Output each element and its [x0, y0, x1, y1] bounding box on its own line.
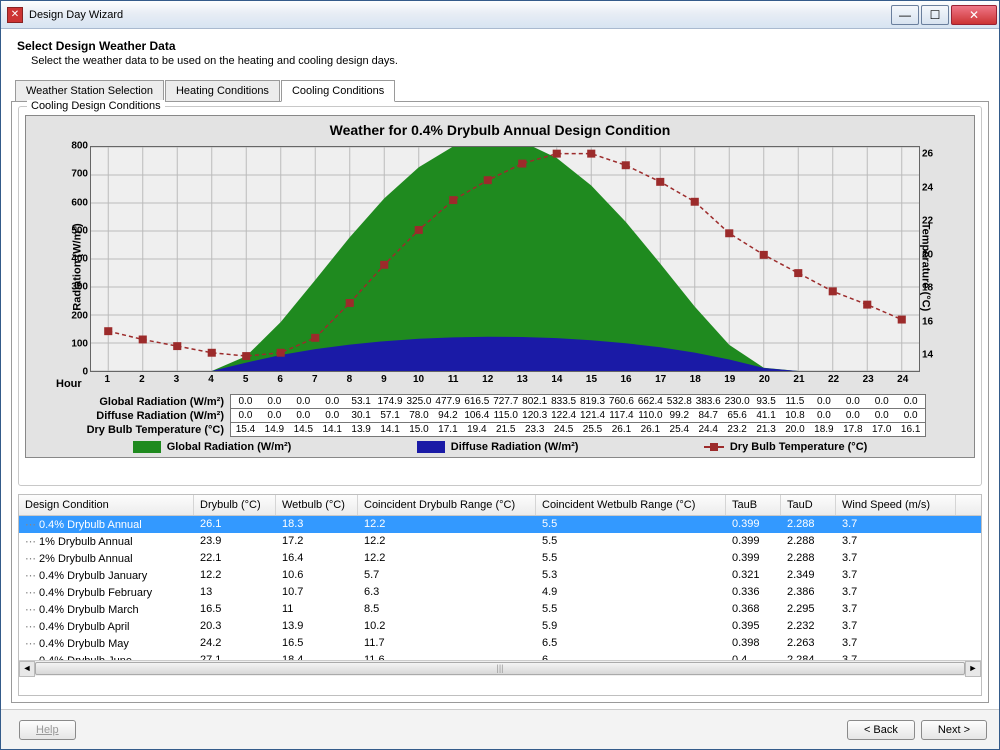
chart-container: Weather for 0.4% Drybulb Annual Design C…	[25, 115, 975, 458]
next-button[interactable]: Next >	[921, 720, 987, 740]
row-label-global: Global Radiation (W/m²)	[30, 396, 230, 408]
page-subtitle: Select the weather data to be used on th…	[31, 55, 983, 67]
x-axis-label: Hour	[56, 378, 82, 390]
tab-heating[interactable]: Heating Conditions	[165, 80, 280, 102]
close-button[interactable]: ✕	[951, 5, 997, 25]
row-label-diffuse: Diffuse Radiation (W/m²)	[30, 410, 230, 422]
help-button[interactable]: Help	[19, 720, 76, 740]
x-ticks: 123456789101112131415161718192021222324	[90, 374, 920, 388]
table-row[interactable]: ⋯0.4% Drybulb February1310.76.34.90.3362…	[19, 584, 981, 601]
table-row[interactable]: ⋯2% Drybulb Annual22.116.412.25.50.3992.…	[19, 550, 981, 567]
minimize-button[interactable]: —	[891, 5, 919, 25]
table-header: Design ConditionDrybulb (°C)Wetbulb (°C)…	[19, 495, 981, 516]
horizontal-scrollbar[interactable]: ◄ ||| ►	[19, 660, 981, 676]
maximize-button[interactable]: ☐	[921, 5, 949, 25]
column-header[interactable]: Coincident Wetbulb Range (°C)	[536, 495, 726, 515]
app-icon: ✕	[7, 7, 23, 23]
table-row[interactable]: ⋯1% Drybulb Annual23.917.212.25.50.3992.…	[19, 533, 981, 550]
column-header[interactable]: TauB	[726, 495, 781, 515]
scroll-left-icon[interactable]: ◄	[19, 661, 35, 677]
table-body[interactable]: ⋯0.4% Drybulb Annual26.118.312.25.50.399…	[19, 516, 981, 660]
plot-area	[90, 146, 920, 372]
tab-cooling[interactable]: Cooling Conditions	[281, 80, 395, 102]
wizard-footer: Help < Back Next >	[1, 709, 999, 749]
legend-global: Global Radiation (W/m²)	[133, 441, 292, 453]
legend-drybulb: Dry Bulb Temperature (°C)	[704, 441, 867, 453]
column-header[interactable]: Wind Speed (m/s)	[836, 495, 956, 515]
page-title: Select Design Weather Data	[17, 39, 983, 53]
y-ticks-left: 0100200300400500600700800	[62, 146, 88, 372]
table-row[interactable]: ⋯0.4% Drybulb January12.210.65.75.30.321…	[19, 567, 981, 584]
back-button[interactable]: < Back	[847, 720, 915, 740]
column-header[interactable]: Wetbulb (°C)	[276, 495, 358, 515]
scroll-thumb[interactable]: |||	[35, 662, 965, 675]
table-row[interactable]: ⋯0.4% Drybulb Annual26.118.312.25.50.399…	[19, 516, 981, 533]
wizard-window: ✕ Design Day Wizard — ☐ ✕ Select Design …	[0, 0, 1000, 750]
table-row[interactable]: ⋯0.4% Drybulb May24.216.511.76.50.3982.2…	[19, 635, 981, 652]
table-row[interactable]: ⋯0.4% Drybulb March16.5118.55.50.3682.29…	[19, 601, 981, 618]
column-header[interactable]: Design Condition	[19, 495, 194, 515]
y-ticks-right: 14161820222426	[922, 146, 940, 372]
column-header[interactable]: TauD	[781, 495, 836, 515]
groupbox-label: Cooling Design Conditions	[27, 100, 165, 112]
wizard-header: Select Design Weather Data Select the we…	[1, 29, 999, 75]
table-row[interactable]: ⋯0.4% Drybulb June27.118.411.660.42.2843…	[19, 652, 981, 660]
tab-bar: Weather Station Selection Heating Condit…	[15, 79, 989, 101]
window-title: Design Day Wizard	[29, 9, 889, 21]
chart-legend: Global Radiation (W/m²) Diffuse Radiatio…	[30, 437, 970, 453]
design-condition-table[interactable]: Design ConditionDrybulb (°C)Wetbulb (°C)…	[18, 494, 982, 696]
row-label-drybulb: Dry Bulb Temperature (°C)	[30, 424, 230, 436]
column-header[interactable]: Coincident Drybulb Range (°C)	[358, 495, 536, 515]
chart-plot: Radiation (W/m²) Temperature (°C) Hour 0…	[30, 142, 970, 392]
legend-diffuse: Diffuse Radiation (W/m²)	[417, 441, 579, 453]
scroll-right-icon[interactable]: ►	[965, 661, 981, 677]
chart-groupbox: Cooling Design Conditions Weather for 0.…	[18, 106, 982, 486]
titlebar: ✕ Design Day Wizard — ☐ ✕	[1, 1, 999, 29]
chart-title: Weather for 0.4% Drybulb Annual Design C…	[30, 120, 970, 142]
column-header[interactable]: Drybulb (°C)	[194, 495, 276, 515]
table-row[interactable]: ⋯0.4% Drybulb April20.313.910.25.90.3952…	[19, 618, 981, 635]
tab-panel: Cooling Design Conditions Weather for 0.…	[11, 101, 989, 703]
tab-weather-station[interactable]: Weather Station Selection	[15, 80, 164, 102]
hourly-data-table: Global Radiation (W/m²)0.00.00.00.053.11…	[30, 394, 970, 437]
